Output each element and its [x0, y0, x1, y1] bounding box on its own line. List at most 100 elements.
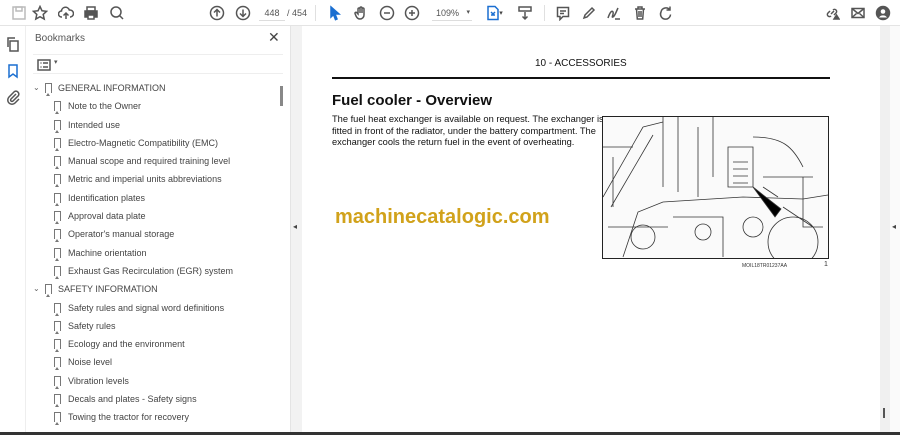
bookmark-icon: [54, 137, 61, 151]
print-icon[interactable]: [82, 4, 100, 22]
delete-icon[interactable]: [631, 4, 649, 22]
bookmark-icon: [54, 302, 61, 316]
bookmark-label: Safety rules and signal word definitions: [68, 302, 225, 313]
pen-icon[interactable]: [580, 4, 598, 22]
panel-splitter[interactable]: ◂: [290, 26, 302, 435]
bookmark-item[interactable]: Ecology and the environment: [26, 335, 280, 353]
chevron-down-icon[interactable]: ⌄: [33, 79, 40, 97]
bookmark-label: Approval data plate: [68, 211, 146, 222]
bookmark-icon: [54, 412, 61, 426]
bookmark-options: ▾: [33, 54, 283, 74]
bookmark-item[interactable]: Safety rules: [26, 317, 280, 335]
bookmark-label: Towing the tractor for recovery: [68, 412, 190, 423]
figure-number: 1: [824, 261, 828, 268]
body-text: The fuel heat exchanger is available on …: [332, 114, 604, 148]
zoom-select[interactable]: 109% ▾: [432, 5, 472, 21]
scroll-icon[interactable]: [516, 4, 534, 22]
bookmark-item[interactable]: Exhaust Gas Recirculation (EGR) system: [26, 262, 280, 280]
comment-icon[interactable]: [554, 4, 572, 22]
bookmark-label: Identification plates: [68, 192, 146, 203]
bookmark-icon: [54, 119, 61, 133]
hand-icon[interactable]: [352, 4, 370, 22]
collapse-panel-icon[interactable]: ◂: [293, 222, 297, 231]
bookmark-section[interactable]: ⌄ GENERAL INFORMATION: [26, 79, 280, 97]
bookmark-label: Electro-Magnetic Compatibility (EMC): [68, 137, 219, 148]
bookmark-label: Vibration levels: [68, 375, 129, 386]
bookmark-icon: [54, 320, 61, 334]
page-total: / 454: [287, 8, 308, 18]
arrow-down-icon[interactable]: [234, 4, 252, 22]
bookmark-item[interactable]: Approval data plate: [26, 207, 280, 225]
page-heading: Fuel cooler - Overview: [332, 92, 493, 109]
bookmark-item[interactable]: Machine orientation: [26, 244, 280, 262]
panel-title: Bookmarks: [35, 33, 86, 44]
bookmark-icon: [54, 192, 61, 206]
bookmark-item[interactable]: Intended use: [26, 116, 280, 134]
bookmark-item[interactable]: Vibration levels: [26, 372, 280, 390]
chevron-down-icon[interactable]: ▾: [497, 4, 505, 22]
bookmark-icon: [54, 339, 61, 353]
bookmark-label: Decals and plates - Safety signs: [68, 394, 197, 405]
bookmark-section[interactable]: ⌄ SAFETY INFORMATION: [26, 280, 280, 298]
list-options-icon[interactable]: [35, 56, 53, 74]
bookmark-label: Metric and imperial units abbreviations: [68, 174, 222, 185]
header-rule: [332, 77, 830, 79]
panel-scrollbar[interactable]: [280, 86, 283, 106]
bookmark-label: Machine orientation: [68, 247, 147, 258]
document-page: 10 - ACCESSORIES Fuel cooler - Overview …: [302, 26, 880, 435]
bookmark-icon: [45, 284, 52, 298]
bookmark-label: Operator's manual storage: [68, 229, 175, 240]
zoom-value: 109%: [436, 8, 460, 18]
document-scrollbar[interactable]: [880, 26, 890, 435]
bookmark-item[interactable]: Safety rules and signal word definitions: [26, 299, 280, 317]
bookmark-label: Intended use: [68, 119, 121, 130]
sign-icon[interactable]: [605, 4, 623, 22]
bookmark-icon: [54, 229, 61, 243]
arrow-up-icon[interactable]: [208, 4, 226, 22]
chevron-down-icon[interactable]: ⌄: [33, 280, 40, 298]
scrollbar-thumb[interactable]: [883, 408, 885, 418]
attachment-icon[interactable]: [4, 88, 22, 106]
share-link-icon[interactable]: [823, 4, 841, 22]
bookmark-icon: [54, 156, 61, 170]
cursor-icon[interactable]: [326, 4, 344, 22]
rotate-icon[interactable]: [657, 4, 675, 22]
bookmark-label: GENERAL INFORMATION: [58, 83, 166, 93]
zoom-out-icon[interactable]: [378, 4, 396, 22]
zoom-in-icon[interactable]: [403, 4, 421, 22]
chevron-down-icon[interactable]: ▾: [54, 58, 58, 66]
bookmark-item[interactable]: Operator's manual storage: [26, 225, 280, 243]
bookmark-label: Safety rules: [68, 320, 116, 331]
expand-panel-icon[interactable]: ◂: [892, 222, 896, 231]
bookmark-label: SAFETY INFORMATION: [58, 284, 158, 295]
bookmark-item[interactable]: Metric and imperial units abbreviations: [26, 170, 280, 188]
star-icon[interactable]: [31, 4, 49, 22]
bookmark-icon: [54, 265, 61, 279]
watermark: machinecatalogic.com: [335, 206, 550, 228]
bookmark-icon[interactable]: [4, 62, 22, 80]
bookmark-item[interactable]: Noise level: [26, 353, 280, 371]
bookmark-label: Manual scope and required training level: [68, 156, 231, 167]
save-icon[interactable]: [10, 4, 28, 22]
search-icon[interactable]: [108, 4, 126, 22]
figure-image: [602, 116, 829, 259]
bookmark-label: Note to the Owner: [68, 101, 142, 112]
bookmark-item[interactable]: Towing the tractor for recovery: [26, 408, 280, 426]
bookmark-label: Exhaust Gas Recirculation (EGR) system: [68, 265, 234, 276]
bookmark-icon: [54, 211, 61, 225]
cloud-upload-icon[interactable]: [57, 4, 75, 22]
bookmark-item[interactable]: Electro-Magnetic Compatibility (EMC): [26, 134, 280, 152]
account-icon[interactable]: [874, 4, 892, 22]
mail-icon[interactable]: [849, 4, 867, 22]
bookmark-item[interactable]: Note to the Owner: [26, 97, 280, 115]
bookmark-item[interactable]: Decals and plates - Safety signs: [26, 390, 280, 408]
toolbar: 448 / 454 109% ▾ ▾: [0, 0, 900, 26]
page-number-input[interactable]: 448: [259, 5, 285, 21]
right-panel-toggle[interactable]: ◂: [890, 26, 900, 435]
bookmark-item[interactable]: Manual scope and required training level: [26, 152, 280, 170]
pages-icon[interactable]: [4, 35, 22, 53]
bookmark-icon: [54, 357, 61, 371]
divider: [544, 5, 545, 21]
close-icon[interactable]: ✕: [268, 29, 280, 46]
bookmark-item[interactable]: Identification plates: [26, 189, 280, 207]
